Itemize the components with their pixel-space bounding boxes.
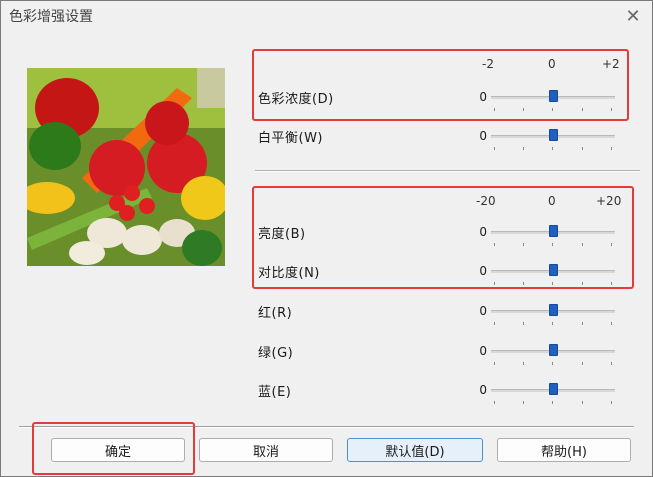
contrast-label: 对比度(N) [258,266,320,281]
tick [523,322,524,325]
tick [582,322,583,325]
brightness-slider[interactable] [491,225,615,246]
tick [523,401,524,404]
tick [552,282,553,285]
slider-ticks [491,322,615,325]
tick [611,401,612,404]
red-value: 0 [479,304,487,318]
vegetables-photo-icon [27,68,225,266]
slider-ticks [491,282,615,285]
slider-ticks [491,147,615,150]
tick [552,147,553,150]
tick [523,147,524,150]
contrast-value: 0 [479,264,487,278]
tick [494,362,495,365]
tick [494,108,495,111]
window-title: 色彩增强设置 [9,9,93,25]
tick [611,108,612,111]
scale-top-mid: 0 [548,57,556,71]
tick [611,362,612,365]
tick [494,147,495,150]
blue-slider[interactable] [491,383,615,404]
tick [523,108,524,111]
tick [582,282,583,285]
slider-ticks [491,401,615,404]
button-divider [19,426,634,428]
scale-bottom-max: +20 [596,194,622,208]
tick [582,243,583,246]
slider-thumb[interactable] [549,304,558,316]
tick [494,282,495,285]
help-button[interactable]: 帮助(H) [497,438,631,462]
saturation-slider[interactable] [491,90,615,111]
dialog-window: 色彩增强设置 ✕ -2 0 +2 色彩浓度(D) 0 白平衡(W) 0 -20 … [0,0,653,477]
tick [611,243,612,246]
slider-ticks [491,108,615,111]
blue-value: 0 [479,383,487,397]
default-values-button[interactable]: 默认值(D) [347,438,483,462]
scale-bottom-min: -20 [476,194,496,208]
title-bar: 色彩增强设置 ✕ [1,1,652,31]
green-label: 绿(G) [258,346,294,361]
tick [582,108,583,111]
slider-thumb[interactable] [549,90,558,102]
brightness-value: 0 [479,225,487,239]
tick [552,108,553,111]
blue-label: 蓝(E) [258,385,292,400]
tick [494,322,495,325]
scale-bottom-mid: 0 [548,194,556,208]
tick [523,362,524,365]
tick [552,322,553,325]
preview-image [27,68,225,266]
tick [523,243,524,246]
slider-thumb[interactable] [549,344,558,356]
close-icon[interactable]: ✕ [620,3,646,29]
white-balance-label: 白平衡(W) [258,131,323,146]
tick [523,282,524,285]
slider-thumb[interactable] [549,225,558,237]
tick [494,401,495,404]
section-divider [255,170,640,172]
tick [611,147,612,150]
red-slider[interactable] [491,304,615,325]
slider-thumb[interactable] [549,383,558,395]
tick [494,243,495,246]
saturation-value: 0 [479,90,487,104]
slider-ticks [491,362,615,365]
saturation-label: 色彩浓度(D) [258,92,334,107]
white-balance-value: 0 [479,129,487,143]
tick [582,362,583,365]
tick [582,401,583,404]
white-balance-slider[interactable] [491,129,615,150]
slider-thumb[interactable] [549,264,558,276]
tick [611,282,612,285]
slider-ticks [491,243,615,246]
scale-top-min: -2 [482,57,494,71]
tick [552,243,553,246]
cancel-button[interactable]: 取消 [199,438,333,462]
brightness-label: 亮度(B) [258,227,306,242]
tick [582,147,583,150]
ok-button[interactable]: 确定 [51,438,185,462]
tick [552,362,553,365]
green-value: 0 [479,344,487,358]
tick [552,401,553,404]
slider-thumb[interactable] [549,129,558,141]
contrast-slider[interactable] [491,264,615,285]
scale-top-max: +2 [602,57,620,71]
green-slider[interactable] [491,344,615,365]
red-label: 红(R) [258,306,293,321]
tick [611,322,612,325]
